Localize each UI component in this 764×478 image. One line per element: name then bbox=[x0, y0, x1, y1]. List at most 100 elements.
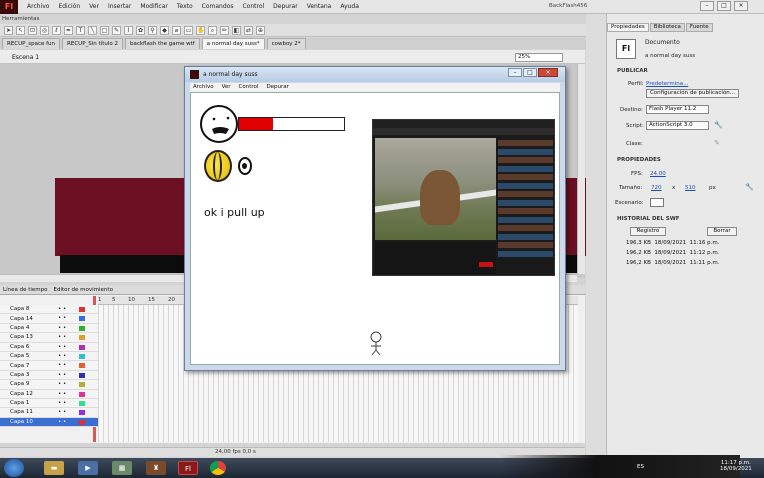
tab-font[interactable]: Fuente bbox=[685, 23, 713, 32]
layer-row[interactable]: Capa 6 • • bbox=[0, 342, 98, 352]
layer-visibility-lock-icon[interactable]: • • bbox=[58, 325, 66, 331]
text-tool-icon[interactable]: T bbox=[76, 25, 85, 35]
swap-colors-icon[interactable]: ⇄ bbox=[244, 25, 253, 35]
pencil-icon[interactable]: ✎ bbox=[714, 139, 720, 147]
layer-visibility-lock-icon[interactable]: • • bbox=[58, 315, 66, 321]
layer-outline-color[interactable] bbox=[79, 382, 85, 388]
layer-outline-color[interactable] bbox=[79, 372, 85, 378]
borrar-button[interactable]: Borrar bbox=[707, 227, 737, 236]
fps-value[interactable]: 24,00 bbox=[650, 171, 666, 177]
section-propiedades[interactable]: PROPIEDADES bbox=[617, 157, 661, 163]
tab-library[interactable]: Biblioteca bbox=[649, 23, 685, 32]
3d-rotate-tool-icon[interactable]: ◎ bbox=[40, 25, 49, 35]
subselection-tool-icon[interactable]: ↖ bbox=[16, 25, 25, 35]
layer-outline-color[interactable] bbox=[79, 325, 85, 331]
layer-outline-color[interactable] bbox=[79, 307, 85, 312]
layer-row[interactable]: Capa 3 • • bbox=[0, 370, 98, 381]
layer-row[interactable]: Capa 11 • • bbox=[0, 408, 98, 418]
menu-archivo[interactable]: Archivo bbox=[27, 3, 49, 10]
paint-bucket-tool-icon[interactable]: ◆ bbox=[160, 25, 169, 35]
flash-taskbar-icon[interactable]: Fl bbox=[178, 461, 198, 475]
script-select[interactable]: ActionScript 3.0 bbox=[646, 121, 709, 130]
wrench-icon[interactable]: 🔧 bbox=[745, 183, 754, 191]
menu-ventana[interactable]: Ventana bbox=[307, 3, 332, 10]
layer-row[interactable]: Capa 5 • • bbox=[0, 351, 98, 362]
doc-tab-1[interactable]: RECUP_space fun bbox=[2, 38, 61, 49]
media-player-icon[interactable]: ▶ bbox=[78, 461, 98, 475]
selection-tool-icon[interactable]: ➤ bbox=[4, 25, 13, 35]
layer-outline-color[interactable] bbox=[79, 344, 85, 350]
section-historial[interactable]: HISTORIAL DEL SWF bbox=[617, 216, 680, 222]
layer-outline-color[interactable] bbox=[79, 391, 85, 397]
layer-visibility-lock-icon[interactable]: • • bbox=[58, 400, 66, 406]
lasso-tool-icon[interactable]: ℓ bbox=[52, 25, 61, 35]
chrome-icon[interactable] bbox=[210, 461, 226, 475]
layer-visibility-lock-icon[interactable]: • • bbox=[58, 391, 66, 397]
layer-row[interactable]: Capa 1 • • bbox=[0, 398, 98, 409]
layer-visibility-lock-icon[interactable]: • • bbox=[58, 362, 66, 368]
language-indicator[interactable]: ES bbox=[637, 464, 644, 470]
layer-row[interactable]: Capa 12 • • bbox=[0, 389, 98, 399]
layer-row[interactable]: Capa 7 • • bbox=[0, 361, 98, 371]
menu-depurar[interactable]: Depurar bbox=[273, 3, 298, 10]
swf-menu-control[interactable]: Control bbox=[239, 83, 259, 92]
brush-tool-icon[interactable]: ⌇ bbox=[124, 25, 133, 35]
zoom-tool-icon[interactable]: ⌕ bbox=[208, 25, 217, 35]
rectangle-tool-icon[interactable]: □ bbox=[100, 25, 109, 35]
clock[interactable]: 11:17 p.m. 18/09/2021 bbox=[720, 460, 752, 472]
line-tool-icon[interactable]: ╲ bbox=[88, 25, 97, 35]
app-icon[interactable]: ▦ bbox=[112, 461, 132, 475]
layer-visibility-lock-icon[interactable]: • • bbox=[58, 306, 66, 312]
game-icon[interactable]: ♜ bbox=[146, 461, 166, 475]
layer-outline-color[interactable] bbox=[79, 400, 85, 406]
doc-tab-5[interactable]: cowboy 2* bbox=[266, 38, 306, 49]
publish-settings-button[interactable]: Configuración de publicación... bbox=[646, 89, 739, 98]
menu-insertar[interactable]: Insertar bbox=[108, 3, 131, 10]
pen-tool-icon[interactable]: ✒ bbox=[64, 25, 73, 35]
fill-color-icon[interactable]: ◧ bbox=[232, 25, 241, 35]
menu-control[interactable]: Control bbox=[242, 3, 264, 10]
layer-visibility-lock-icon[interactable]: • • bbox=[58, 344, 66, 350]
menu-texto[interactable]: Texto bbox=[177, 3, 193, 10]
minimize-button[interactable]: – bbox=[700, 1, 714, 11]
layer-row[interactable]: Capa 8 • • bbox=[0, 305, 98, 315]
height-value[interactable]: 510 bbox=[685, 185, 696, 191]
tab-properties[interactable]: Propiedades bbox=[607, 23, 649, 32]
layer-visibility-lock-icon[interactable]: • • bbox=[58, 381, 66, 387]
tab-motion-editor[interactable]: Editor de movimiento bbox=[54, 285, 113, 294]
close-button[interactable]: × bbox=[734, 1, 748, 11]
layer-outline-color[interactable] bbox=[79, 353, 85, 359]
swf-menu-archivo[interactable]: Archivo bbox=[193, 83, 214, 92]
perfil-value[interactable]: Predetermina... bbox=[646, 81, 688, 87]
hand-tool-icon[interactable]: ✋ bbox=[196, 25, 205, 35]
layer-visibility-lock-icon[interactable]: • • bbox=[58, 419, 66, 425]
menu-comandos[interactable]: Comandos bbox=[202, 3, 234, 10]
layer-row[interactable]: Capa 9 • • bbox=[0, 380, 98, 390]
transform-tool-icon[interactable]: ⊡ bbox=[28, 25, 37, 35]
layer-row[interactable]: Capa 14 • • bbox=[0, 314, 98, 324]
swf-menu-ver[interactable]: Ver bbox=[222, 83, 231, 92]
eraser-tool-icon[interactable]: ▭ bbox=[184, 25, 193, 35]
doc-tab-4[interactable]: a normal day suss* bbox=[201, 38, 265, 49]
swf-minimize-button[interactable]: – bbox=[508, 68, 522, 77]
start-button-icon[interactable] bbox=[4, 459, 24, 477]
maximize-button[interactable]: □ bbox=[717, 1, 731, 11]
layer-visibility-lock-icon[interactable]: • • bbox=[58, 409, 66, 415]
swf-close-button[interactable]: × bbox=[538, 68, 558, 77]
menu-ver[interactable]: Ver bbox=[89, 3, 99, 10]
layer-visibility-lock-icon[interactable]: • • bbox=[58, 334, 66, 340]
layer-outline-color[interactable] bbox=[79, 335, 85, 341]
registro-button[interactable]: Registro bbox=[630, 227, 666, 236]
layer-outline-color[interactable] bbox=[79, 363, 85, 369]
eyedropper-tool-icon[interactable]: ⌀ bbox=[172, 25, 181, 35]
menu-edicion[interactable]: Edición bbox=[58, 3, 80, 10]
layer-outline-color[interactable] bbox=[79, 316, 85, 322]
snap-icon[interactable]: ⊕ bbox=[256, 25, 265, 35]
swf-menu-depurar[interactable]: Depurar bbox=[266, 83, 289, 92]
layer-row[interactable]: Capa 4 • • bbox=[0, 323, 98, 334]
tab-timeline[interactable]: Línea de tiempo bbox=[3, 285, 48, 294]
file-explorer-icon[interactable]: ▬ bbox=[44, 461, 64, 475]
layer-outline-color[interactable] bbox=[79, 419, 85, 425]
doc-tab-3[interactable]: backflash the game wtf bbox=[124, 38, 200, 49]
stage-vertical-scrollbar[interactable] bbox=[577, 64, 585, 274]
